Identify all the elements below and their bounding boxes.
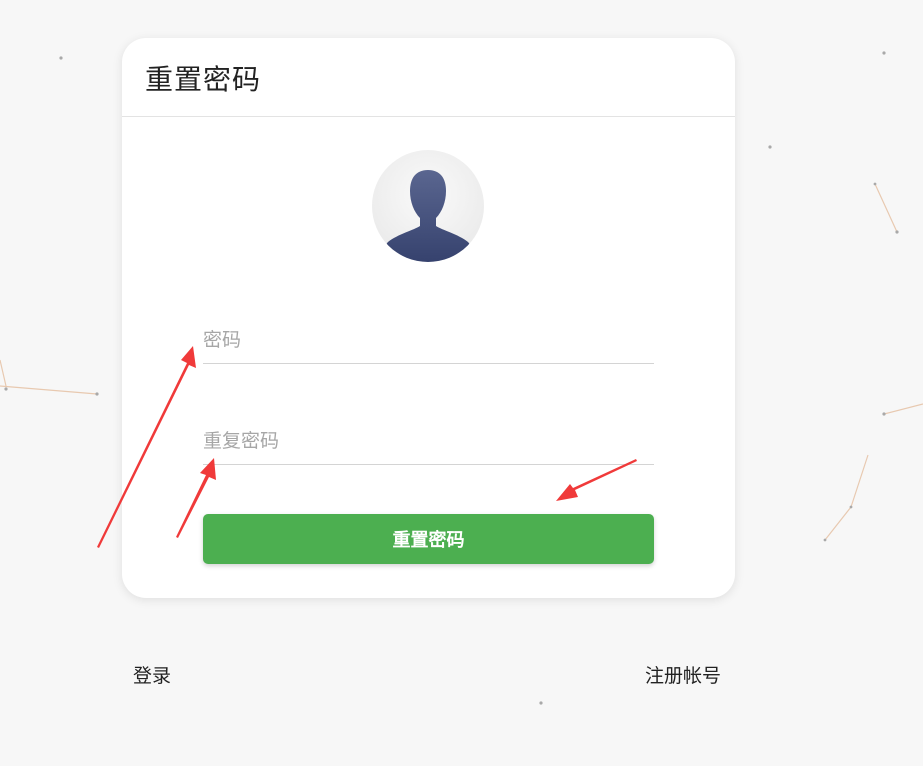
password-field [203,317,654,364]
card-title: 重置密码 [145,63,262,96]
avatar [372,150,484,262]
card-header: 重置密码 [122,38,735,117]
reset-password-button[interactable]: 重置密码 [203,514,654,564]
repeat-password-input[interactable] [203,418,654,464]
password-input[interactable] [203,317,654,363]
reset-password-card: 重置密码 重置密码 [122,38,735,598]
user-silhouette-icon [384,170,472,262]
register-link[interactable]: 注册帐号 [645,661,721,688]
repeat-password-field [203,418,654,465]
login-link[interactable]: 登录 [133,661,171,688]
